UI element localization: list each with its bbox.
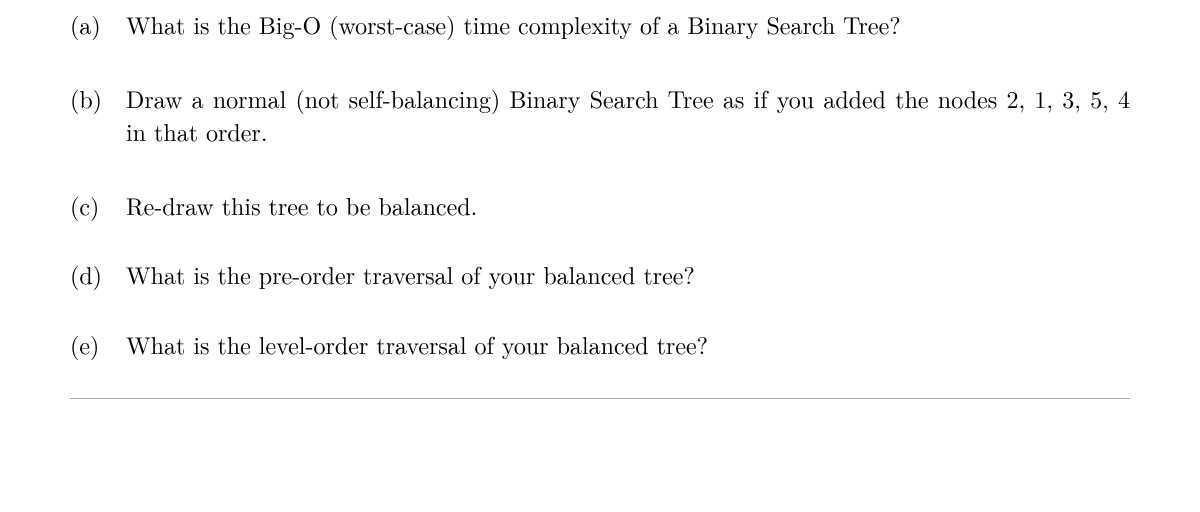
question-label: (b) <box>70 82 126 116</box>
question-item: (c) Re-draw this tree to be balanced. <box>70 189 1130 223</box>
question-label: (a) <box>70 8 126 42</box>
question-label: (d) <box>70 258 126 292</box>
question-list: (a) What is the Big-O (worst-case) time … <box>70 8 1130 362</box>
question-text: What is the pre-order traversal of your … <box>126 258 1130 292</box>
question-label: (c) <box>70 189 126 223</box>
question-item: (a) What is the Big-O (worst-case) time … <box>70 8 1130 42</box>
horizontal-rule <box>70 398 1130 399</box>
question-text: What is the Big-O (worst-case) time comp… <box>126 8 1130 42</box>
question-label: (e) <box>70 328 126 362</box>
question-item: (b) Draw a normal (not self-balancing) B… <box>70 82 1130 149</box>
question-text: Draw a normal (not self-balancing) Binar… <box>126 82 1130 149</box>
question-text: What is the level-order traversal of you… <box>126 328 1130 362</box>
question-text: Re-draw this tree to be balanced. <box>126 189 1130 223</box>
question-item: (e) What is the level-order traversal of… <box>70 328 1130 362</box>
question-item: (d) What is the pre-order traversal of y… <box>70 258 1130 292</box>
